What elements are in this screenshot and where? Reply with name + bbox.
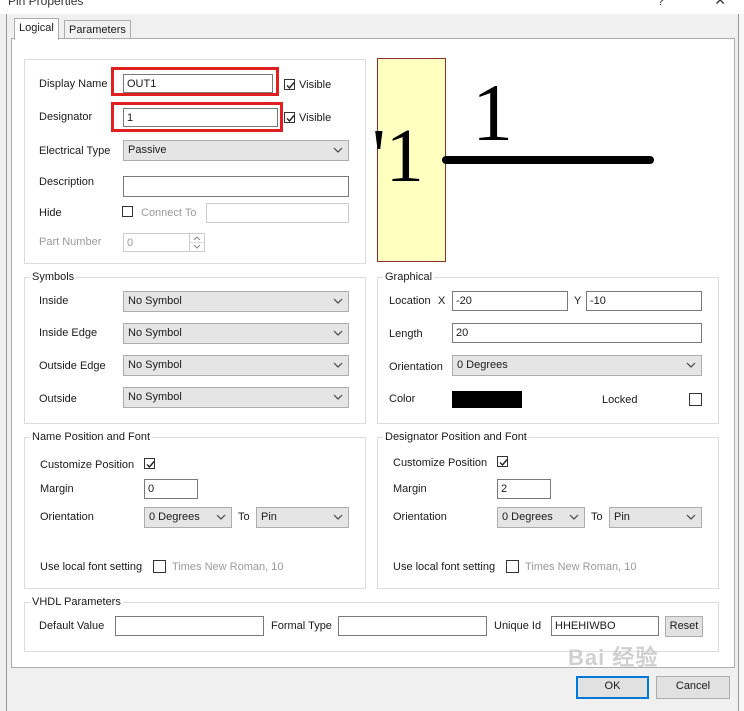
- default-value-label: Default Value: [39, 620, 105, 632]
- designator-label: Designator: [39, 111, 93, 123]
- desig-margin-input[interactable]: 2: [497, 479, 551, 499]
- name-to-select[interactable]: Pin: [256, 507, 349, 528]
- orientation-label: Orientation: [389, 361, 443, 373]
- formal-type-input[interactable]: [338, 616, 487, 636]
- background-app-right: [738, 14, 744, 711]
- symbols-title: Symbols: [30, 271, 77, 283]
- inside-edge-label: Inside Edge: [39, 327, 98, 339]
- color-swatch[interactable]: [452, 391, 522, 408]
- locked-label: Locked: [602, 394, 638, 406]
- inside-edge-select[interactable]: No Symbol: [123, 323, 349, 344]
- chevron-down-icon: [333, 394, 343, 400]
- name-margin-label: Margin: [40, 483, 74, 495]
- length-label: Length: [389, 328, 423, 340]
- name-customize-checkbox[interactable]: [144, 458, 155, 469]
- preview-pin-name: '1: [372, 114, 424, 198]
- ok-button[interactable]: OK: [576, 676, 649, 699]
- name-orientation-label: Orientation: [40, 511, 94, 523]
- description-label: Description: [39, 176, 95, 188]
- hide-checkbox[interactable]: [122, 206, 133, 217]
- reset-button[interactable]: Reset: [665, 616, 703, 637]
- chevron-down-icon: [333, 362, 343, 368]
- chevron-down-icon: [333, 298, 343, 304]
- desig-orientation-select[interactable]: 0 Degrees: [497, 507, 585, 528]
- desig-orientation-label: Orientation: [393, 511, 447, 523]
- location-x-label: X: [438, 295, 446, 307]
- outside-edge-label: Outside Edge: [39, 360, 106, 372]
- length-input[interactable]: 20: [452, 323, 702, 343]
- chevron-down-icon: [686, 362, 696, 368]
- outside-select[interactable]: No Symbol: [123, 387, 349, 408]
- tab-parameters[interactable]: Parameters: [64, 20, 131, 39]
- name-to-label: To: [238, 511, 250, 523]
- desig-font-checkbox[interactable]: [506, 560, 519, 573]
- unique-id-input[interactable]: HHEHIWBO: [551, 616, 659, 636]
- location-y-label: Y: [574, 295, 582, 307]
- title-bar: Pin Properties ? ✕: [0, 0, 744, 14]
- part-number-stepper[interactable]: 0: [123, 233, 205, 252]
- chevron-down-icon: [333, 330, 343, 336]
- description-input[interactable]: [123, 176, 349, 197]
- background-app-left: [0, 14, 7, 711]
- desig-customize-checkbox[interactable]: [497, 456, 508, 467]
- outside-edge-select[interactable]: No Symbol: [123, 355, 349, 376]
- preview-designator: 1: [472, 67, 513, 158]
- designator-visible-checkbox[interactable]: [284, 112, 295, 123]
- stepper-buttons[interactable]: [189, 234, 204, 251]
- display-name-input[interactable]: OUT1: [123, 74, 273, 93]
- vhdl-title: VHDL Parameters: [30, 596, 123, 608]
- name-position-title: Name Position and Font: [30, 431, 153, 443]
- unique-id-label: Unique Id: [494, 620, 542, 632]
- baidu-watermark: Bai 经验: [568, 645, 659, 670]
- chevron-down-icon: [686, 514, 696, 520]
- designator-visible-label: Visible: [299, 112, 332, 124]
- name-font-value: Times New Roman, 10: [172, 561, 284, 573]
- name-orientation-select[interactable]: 0 Degrees: [144, 507, 232, 528]
- color-label: Color: [389, 393, 416, 405]
- tab-logical[interactable]: Logical: [14, 18, 59, 40]
- chevron-down-icon: [333, 514, 343, 520]
- desig-to-select[interactable]: Pin: [609, 507, 702, 528]
- orientation-select[interactable]: 0 Degrees: [452, 355, 702, 376]
- chevron-down-icon: [333, 147, 343, 153]
- hide-label: Hide: [39, 207, 62, 219]
- display-name-visible-checkbox[interactable]: [284, 79, 295, 90]
- display-name-visible-label: Visible: [299, 79, 332, 91]
- location-y-input[interactable]: -10: [586, 291, 702, 311]
- electrical-type-select[interactable]: Passive: [123, 140, 349, 161]
- connect-to-label: Connect To: [141, 207, 197, 219]
- stepper-arrows-icon: [190, 236, 204, 249]
- desig-font-label: Use local font setting: [393, 561, 496, 573]
- inside-select[interactable]: No Symbol: [123, 291, 349, 312]
- location-label: Location: [389, 295, 431, 307]
- desig-font-value: Times New Roman, 10: [525, 561, 637, 573]
- name-font-label: Use local font setting: [40, 561, 143, 573]
- outside-label: Outside: [39, 393, 77, 405]
- formal-type-label: Formal Type: [271, 620, 332, 632]
- desig-margin-label: Margin: [393, 483, 427, 495]
- name-margin-input[interactable]: 0: [144, 479, 198, 499]
- connect-to-input[interactable]: [206, 203, 349, 223]
- help-icon[interactable]: ?: [657, 0, 664, 8]
- designator-position-title: Designator Position and Font: [383, 431, 529, 443]
- location-x-input[interactable]: -20: [452, 291, 568, 311]
- desig-to-label: To: [591, 511, 603, 523]
- default-value-input[interactable]: [115, 616, 264, 636]
- close-icon[interactable]: ✕: [714, 0, 726, 9]
- part-number-label: Part Number: [39, 236, 102, 248]
- designator-input[interactable]: 1: [123, 108, 278, 127]
- graphical-title: Graphical: [383, 271, 435, 283]
- chevron-down-icon: [569, 514, 579, 520]
- inside-label: Inside: [39, 295, 69, 307]
- name-font-checkbox[interactable]: [153, 560, 166, 573]
- locked-checkbox[interactable]: [689, 393, 702, 406]
- display-name-label: Display Name: [39, 78, 108, 90]
- name-customize-label: Customize Position: [40, 459, 135, 471]
- electrical-type-label: Electrical Type: [39, 145, 111, 157]
- window-title: Pin Properties: [8, 0, 84, 8]
- cancel-button[interactable]: Cancel: [656, 676, 730, 699]
- chevron-down-icon: [216, 514, 226, 520]
- desig-customize-label: Customize Position: [393, 457, 488, 469]
- preview-pin-line: [442, 156, 654, 164]
